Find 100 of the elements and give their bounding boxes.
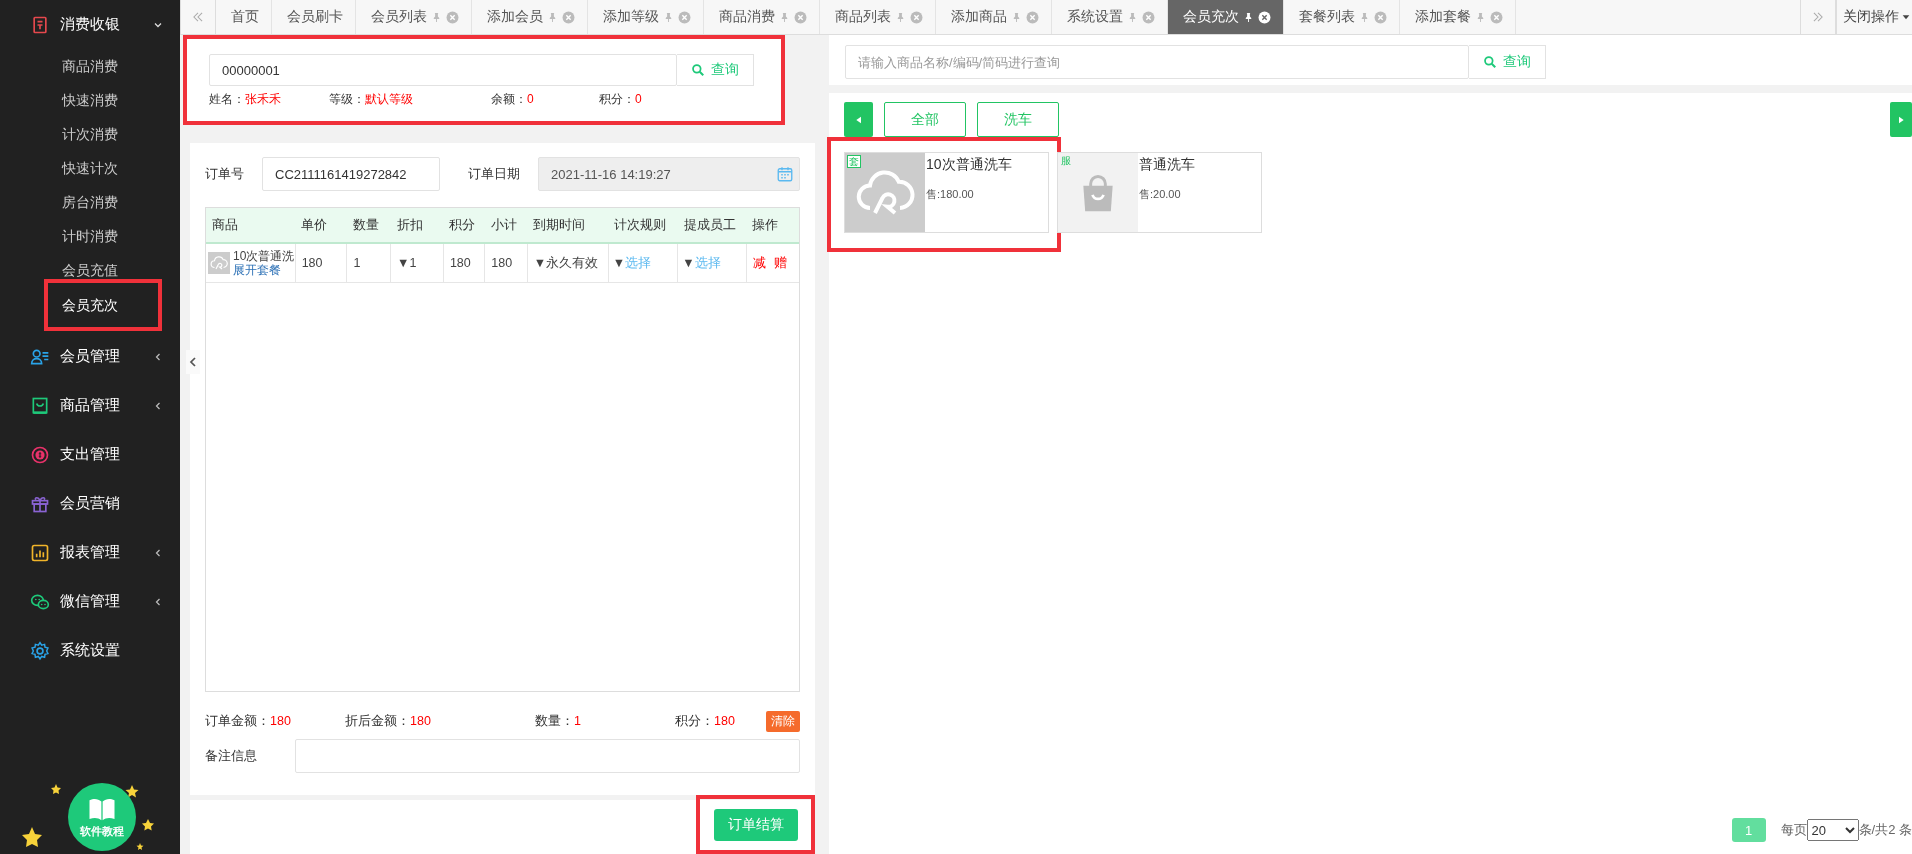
previous-button[interactable]	[844, 102, 873, 137]
tab[interactable]: 套餐列表	[1284, 0, 1400, 34]
double-chevron-left-icon	[191, 10, 205, 24]
pin-icon	[895, 10, 906, 24]
menu-item[interactable]: 房台消费	[0, 185, 180, 219]
close-menu-button[interactable]: 关闭操作	[1836, 0, 1912, 34]
pin-icon	[431, 10, 442, 24]
caret-left-icon	[854, 114, 863, 125]
calendar-icon	[776, 165, 794, 183]
action-link[interactable]: 减	[752, 255, 766, 270]
menu-item[interactable]: 快速消费	[0, 83, 180, 117]
tab[interactable]: 会员充次	[1168, 0, 1284, 34]
column-header: 操作	[746, 208, 799, 243]
chart-icon	[30, 542, 50, 563]
tab[interactable]: 添加等级	[588, 0, 704, 34]
scroll-right-button[interactable]	[1800, 0, 1836, 34]
pin-icon	[1127, 10, 1138, 24]
type-tag: 服	[1060, 155, 1072, 166]
caret-right-icon	[1897, 114, 1905, 125]
menu-item[interactable]: 计次消费	[0, 117, 180, 151]
tab[interactable]: 会员刷卡	[272, 0, 356, 34]
total-info: 折后金额：180	[345, 712, 432, 730]
pin-icon	[547, 10, 558, 24]
next-button[interactable]	[1890, 102, 1912, 137]
menu-item[interactable]: 快速计次	[0, 151, 180, 185]
column-header: 到期时间	[527, 208, 609, 243]
column-header: 小计	[484, 208, 528, 243]
order-number-field[interactable]: CC2111161419272842	[262, 157, 440, 191]
member-info: 积分：0	[599, 91, 643, 108]
tab[interactable]: 添加套餐	[1400, 0, 1516, 34]
box-icon	[30, 395, 50, 416]
column-header: 商品	[206, 208, 296, 243]
menu-item[interactable]: 会员充次	[48, 288, 118, 322]
tab[interactable]: 添加会员	[472, 0, 588, 34]
product-name: 10次普通洗车	[926, 156, 1012, 174]
tab[interactable]: 商品消费	[704, 0, 820, 34]
field-label: 订单号	[205, 165, 244, 183]
menu-group[interactable]: 支出管理	[0, 430, 180, 479]
collapse-button[interactable]	[186, 350, 200, 374]
table-cell: 180	[295, 243, 347, 283]
close-icon[interactable]	[1258, 10, 1271, 24]
dropdown-arrow: ▼	[612, 255, 626, 270]
product-card[interactable]: 套 10次普通洗车 售:180.00	[844, 152, 1049, 233]
total-label: 条/共2 条	[1858, 821, 1912, 839]
member-info: 姓名：张禾禾	[209, 91, 282, 108]
product-name: 普通洗车	[1139, 156, 1195, 174]
menu-group[interactable]: 报表管理	[0, 528, 180, 577]
menu-item[interactable]: 会员充值	[0, 253, 180, 287]
coin-icon	[30, 444, 50, 465]
column-header: 折扣	[390, 208, 444, 243]
menu-group[interactable]: 会员管理	[0, 332, 180, 381]
column-header: 单价	[295, 208, 347, 243]
table-cell: 180	[484, 243, 528, 283]
pin-icon	[1243, 10, 1254, 24]
table-cell: 180	[443, 243, 485, 283]
menu-group[interactable]: 会员营销	[0, 479, 180, 528]
product-card[interactable]: 服 普通洗车 售:20.00	[1057, 152, 1262, 233]
product-price: 售:20.00	[1139, 187, 1182, 202]
search-icon	[691, 63, 705, 77]
tab[interactable]: 商品列表	[820, 0, 936, 34]
tab[interactable]: 添加商品	[936, 0, 1052, 34]
menu-group[interactable]: 微信管理	[0, 577, 180, 626]
action-link[interactable]: 赠	[773, 255, 787, 270]
total-info: 订单金额：180	[205, 712, 292, 730]
chevron-left-icon	[187, 355, 199, 369]
total-info: 数量：1	[535, 712, 582, 730]
menu-item[interactable]: 计时消费	[0, 219, 180, 253]
field-label: 备注信息	[205, 747, 257, 765]
menu-group[interactable]: 商品管理	[0, 381, 180, 430]
menu-item[interactable]: 商品消费	[0, 49, 180, 83]
menu-group[interactable]: 系统设置	[0, 626, 180, 675]
member-info: 余额：0	[491, 91, 535, 108]
dropdown-arrow: ▼	[682, 255, 695, 270]
column-header: 提成员工	[677, 208, 747, 243]
type-tag: 套	[847, 155, 861, 168]
product-price: 售:180.00	[926, 187, 975, 202]
pin-icon	[1359, 10, 1370, 24]
field-label: 订单日期	[468, 165, 520, 183]
double-chevron-right-icon	[1811, 10, 1825, 24]
per-page-label: 每页	[1780, 821, 1807, 839]
remark-field[interactable]	[295, 739, 800, 773]
table-cell: ▼永久有效	[527, 243, 609, 283]
tab[interactable]: 会员列表	[356, 0, 472, 34]
per-page-select[interactable]: 20	[1806, 819, 1859, 841]
column-header: 数量	[347, 208, 391, 243]
menu-group[interactable]: 消费收银	[0, 0, 180, 49]
member-info: 等级：默认等级	[329, 91, 414, 108]
scroll-left-button[interactable]	[180, 0, 216, 34]
table-cell: 1	[347, 243, 391, 283]
settings-icon	[30, 640, 50, 661]
expand-link[interactable]: 展开套餐	[233, 263, 295, 277]
caret-down-icon	[1902, 13, 1910, 21]
receipt-icon	[30, 14, 50, 35]
card-search-field[interactable]: 00000001	[209, 54, 677, 86]
order-date-field[interactable]: 2021-11-16 14:19:27	[538, 157, 800, 191]
column-header: 计次规则	[608, 208, 678, 243]
tab[interactable]: 首页	[216, 0, 272, 34]
pin-icon	[779, 10, 790, 24]
product-search-field[interactable]: 请输入商品名称/编码/简码进行查询	[845, 45, 1469, 79]
search-icon	[1483, 55, 1497, 69]
